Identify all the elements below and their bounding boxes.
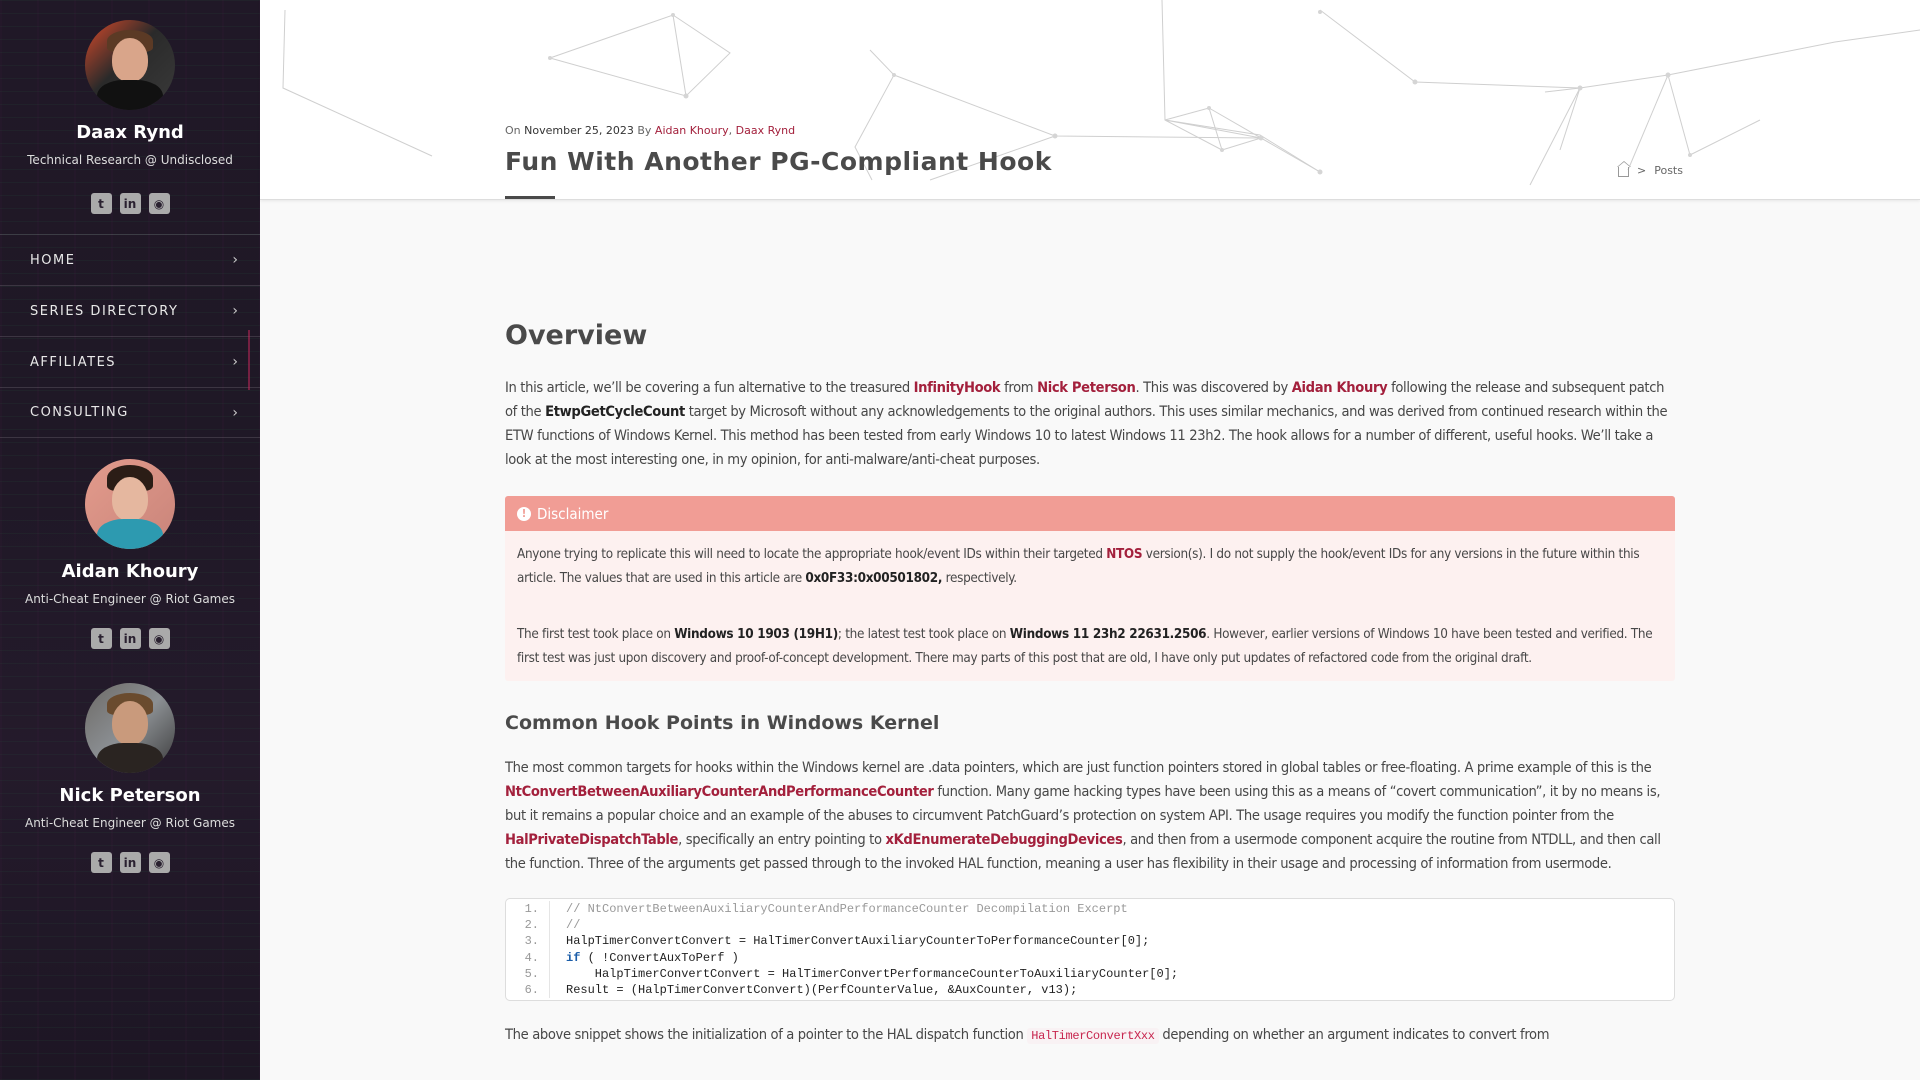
nav-label: SERIES DIRECTORY	[30, 303, 179, 319]
nav-item-series-directory[interactable]: SERIES DIRECTORY ›	[0, 285, 260, 336]
link-aidan-khoury[interactable]: Aidan Khoury	[1292, 379, 1388, 396]
avatar[interactable]	[85, 683, 175, 773]
chevron-right-icon: ›	[232, 404, 238, 421]
author-link[interactable]: Aidan Khoury	[655, 124, 729, 137]
meta-by-label: By	[637, 124, 652, 137]
code-block[interactable]: 1.// NtConvertBetweenAuxiliaryCounterAnd…	[505, 898, 1675, 1002]
chevron-right-icon: ›	[232, 303, 238, 319]
meta-on-label: On	[505, 124, 521, 137]
profile-role: Technical Research @ Undisclosed	[27, 153, 233, 167]
twitter-icon[interactable]: t	[90, 628, 112, 649]
profile-name: Aidan Khoury	[61, 561, 199, 582]
nav-item-affiliates[interactable]: AFFILIATES ›	[0, 336, 260, 387]
section-heading-overview: Overview	[505, 320, 648, 351]
avatar[interactable]	[85, 459, 175, 549]
linkedin-icon[interactable]: in	[119, 628, 141, 649]
breadcrumb-current[interactable]: Posts	[1654, 164, 1683, 177]
post-header: On November 25, 2023 By Aidan Khoury, Da…	[260, 0, 1920, 200]
page-title: Fun With Another PG-Compliant Hook	[505, 147, 1052, 176]
author-link[interactable]: Daax Rynd	[736, 124, 795, 137]
disclaimer-body: Anyone trying to replicate this will nee…	[505, 531, 1675, 681]
intro-paragraph: In this article, we’ll be covering a fun…	[505, 379, 1668, 468]
social-links: t in ◉	[0, 852, 260, 873]
profile-name: Daax Rynd	[76, 122, 184, 143]
section-heading-hook-points: Common Hook Points in Windows Kernel	[505, 712, 940, 734]
code-line: 2.//	[506, 917, 1674, 934]
github-icon[interactable]: ◉	[148, 193, 170, 214]
link-ntconvert[interactable]: NtConvertBetweenAuxiliaryCounterAndPerfo…	[505, 783, 934, 800]
disclaimer-callout: ! Disclaimer Anyone trying to replicate …	[505, 496, 1675, 681]
profile-nick-peterson: Nick Peterson Anti-Cheat Engineer @ Riot…	[0, 683, 260, 873]
social-links: t in ◉	[0, 193, 260, 214]
code-line: 6. Result = (HalpTimerConvertConvert)(Per…	[506, 981, 1674, 999]
profile-role: Anti-Cheat Engineer @ Riot Games	[24, 592, 235, 606]
twitter-icon[interactable]: t	[90, 852, 112, 873]
profile-name: Nick Peterson	[59, 785, 201, 806]
profile-daax-rynd: Daax Rynd Technical Research @ Undisclos…	[0, 20, 260, 214]
code-line: 1.// NtConvertBetweenAuxiliaryCounterAnd…	[506, 901, 1674, 918]
nav-label: AFFILIATES	[30, 354, 117, 370]
social-links: t in ◉	[0, 628, 260, 649]
nav-label: CONSULTING	[30, 405, 129, 420]
code-line: 5. HalpTimerConvertConvert = HalTimerCon…	[506, 965, 1674, 982]
disclaimer-paragraph: The first test took place on Windows 10 …	[517, 627, 1653, 666]
breadcrumb: > Posts	[1617, 161, 1683, 177]
breadcrumb-separator: >	[1637, 164, 1647, 177]
github-icon[interactable]: ◉	[148, 628, 170, 649]
profile-role: Anti-Cheat Engineer @ Riot Games	[24, 816, 235, 830]
github-icon[interactable]: ◉	[148, 852, 170, 873]
link-xkdenumeratedebuggingdevices[interactable]: xKdEnumerateDebuggingDevices	[885, 831, 1122, 848]
sidebar: Daax Rynd Technical Research @ Undisclos…	[0, 0, 260, 1080]
exclamation-icon: !	[517, 506, 531, 521]
chevron-right-icon: ›	[232, 354, 238, 370]
inline-code: HalTimerConvertXxx	[1027, 1028, 1159, 1045]
code-line: 4. if ( !ConvertAuxToPerf )	[506, 949, 1674, 966]
title-underline	[505, 196, 555, 199]
linkedin-icon[interactable]: in	[119, 852, 141, 873]
link-halprivatedispatchtable[interactable]: HalPrivateDispatchTable	[505, 831, 678, 848]
nav-item-consulting[interactable]: CONSULTING ›	[0, 387, 260, 438]
avatar[interactable]	[85, 20, 175, 110]
followup-paragraph: The above snippet shows the initializati…	[505, 1026, 1550, 1045]
twitter-icon[interactable]: t	[90, 193, 112, 214]
link-infinityhook[interactable]: InfinityHook	[914, 379, 1001, 396]
profile-aidan-khoury: Aidan Khoury Anti-Cheat Engineer @ Riot …	[0, 459, 260, 649]
post-date: November 25, 2023	[524, 124, 634, 137]
nav-label: HOME	[30, 252, 76, 268]
disclaimer-paragraph: Anyone trying to replicate this will nee…	[517, 547, 1640, 586]
link-nick-peterson[interactable]: Nick Peterson	[1037, 379, 1136, 396]
hook-paragraph: The most common targets for hooks within…	[505, 759, 1661, 872]
linkedin-icon[interactable]: in	[119, 193, 141, 214]
disclaimer-title: Disclaimer	[537, 504, 609, 523]
post-meta: On November 25, 2023 By Aidan Khoury, Da…	[505, 124, 796, 137]
nav-item-home[interactable]: HOME ›	[0, 234, 260, 285]
article-content: Overview In this article, we’ll be cover…	[505, 200, 1675, 1048]
main-nav: HOME › SERIES DIRECTORY › AFFILIATES › C…	[0, 234, 260, 438]
chevron-right-icon: ›	[232, 252, 238, 268]
disclaimer-header: ! Disclaimer	[505, 496, 1675, 531]
code-line: 3. HalpTimerConvertConvert = HalTimerConv…	[506, 933, 1674, 950]
home-icon[interactable]	[1617, 161, 1631, 177]
link-ntos[interactable]: NTOS	[1106, 547, 1142, 562]
